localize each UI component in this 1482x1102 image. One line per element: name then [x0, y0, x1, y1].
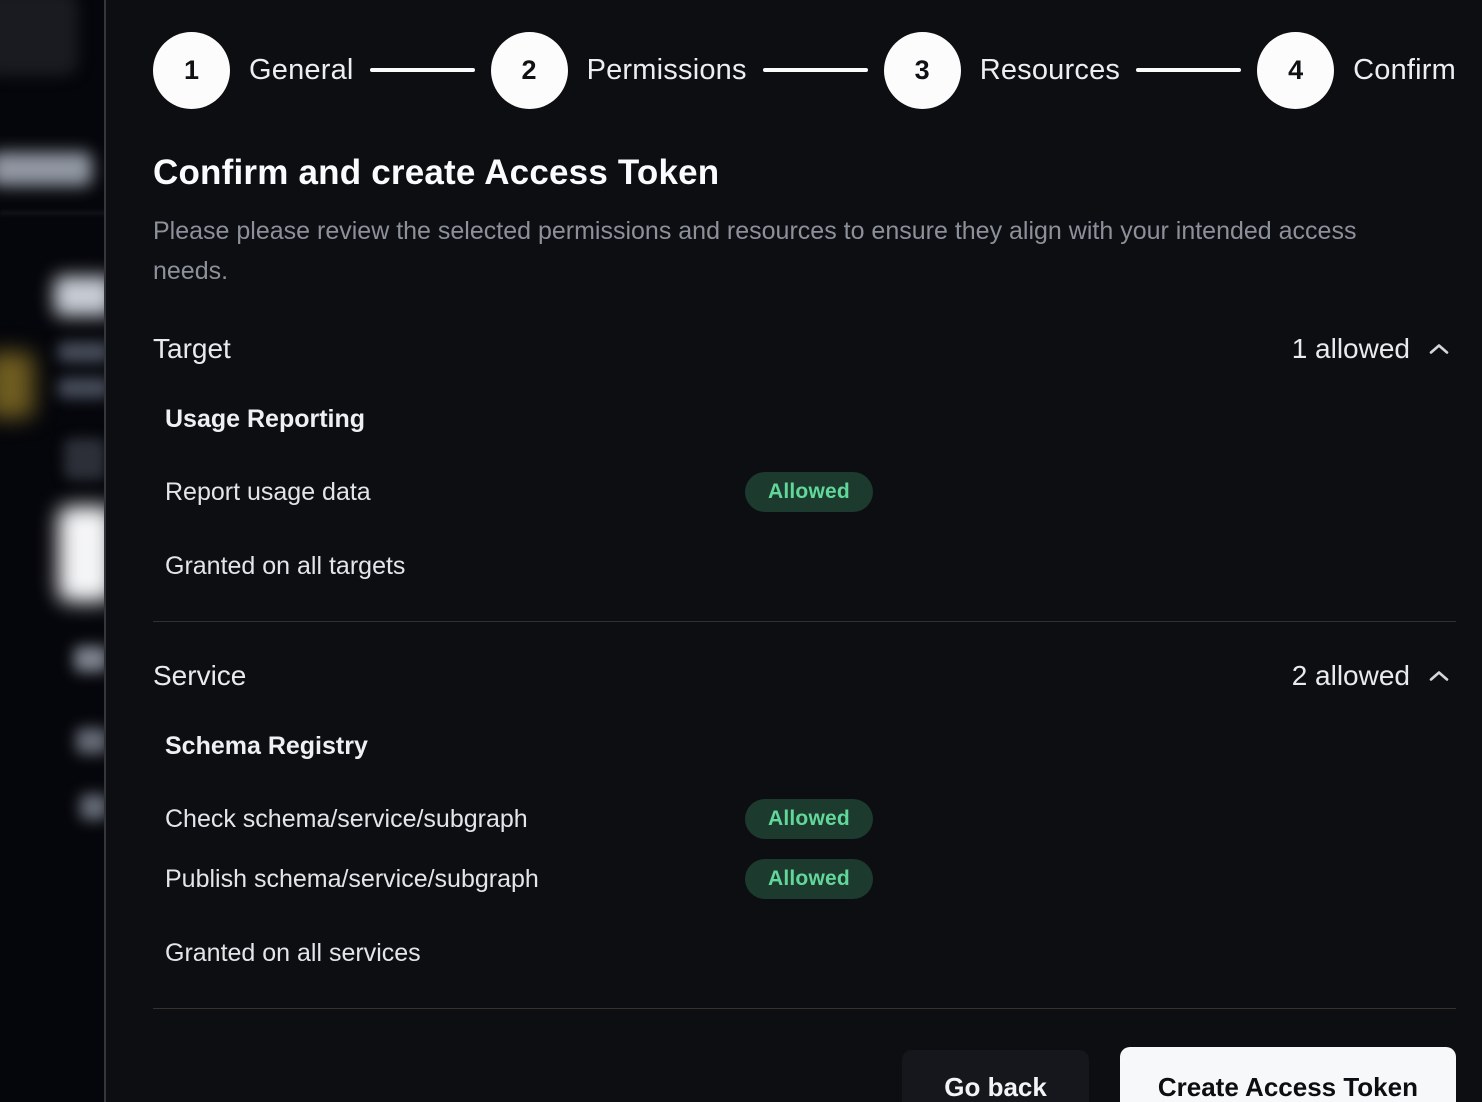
step-connector [370, 68, 475, 72]
step-label: General [249, 54, 354, 87]
section-title: Target [153, 333, 231, 365]
go-back-button[interactable]: Go back [902, 1050, 1089, 1102]
section-target: Target 1 allowed Usage Reporting Report … [153, 333, 1456, 622]
status-badge: Allowed [745, 859, 873, 899]
permission-row: Publish schema/service/subgraph Allowed [165, 855, 1456, 903]
allowed-count: 2 allowed [1292, 660, 1410, 692]
blurred-page-heading [54, 276, 106, 316]
step-number-circle: 1 [153, 32, 230, 109]
section-service: Service 2 allowed Schema Registry Check … [153, 660, 1456, 1009]
page-description: Please please review the selected permis… [153, 211, 1383, 291]
permission-label: Report usage data [165, 478, 745, 507]
section-header: Service 2 allowed [153, 660, 1456, 692]
section-footnote: Granted on all services [153, 939, 1456, 968]
step-permissions[interactable]: 2 Permissions [491, 32, 747, 109]
permission-row: Check schema/service/subgraph Allowed [165, 795, 1456, 843]
create-access-token-modal: 1 General 2 Permissions 3 Resources 4 Co… [106, 0, 1482, 1102]
blurred-nav-item [0, 152, 92, 186]
section-divider [153, 1008, 1456, 1009]
blurred-text-line [58, 342, 106, 362]
step-label: Confirm [1353, 54, 1456, 87]
chevron-up-icon [1426, 666, 1452, 686]
blurred-app-logo [0, 0, 78, 76]
permission-row: Report usage data Allowed [165, 468, 1456, 516]
step-confirm[interactable]: 4 Confirm [1257, 32, 1456, 109]
blurred-accent-shape [0, 352, 34, 418]
status-badge: Allowed [745, 799, 873, 839]
section-footnote: Granted on all targets [153, 552, 1456, 581]
permission-label: Check schema/service/subgraph [165, 805, 745, 834]
step-general[interactable]: 1 General [153, 32, 354, 109]
section-header: Target 1 allowed [153, 333, 1456, 365]
blurred-text-line [74, 646, 106, 672]
step-number-circle: 4 [1257, 32, 1334, 109]
blurred-text-line [76, 728, 106, 754]
page-title: Confirm and create Access Token [153, 153, 1456, 193]
section-divider [153, 621, 1456, 622]
section-collapse-toggle[interactable]: 2 allowed [1288, 660, 1456, 692]
blurred-divider [0, 212, 106, 214]
wizard-stepper: 1 General 2 Permissions 3 Resources 4 Co… [153, 31, 1456, 109]
background-page-blurred [0, 0, 106, 1102]
step-connector [1136, 68, 1241, 72]
create-access-token-button[interactable]: Create Access Token [1120, 1047, 1456, 1102]
blurred-text-line [58, 378, 106, 398]
step-number-circle: 2 [491, 32, 568, 109]
chevron-up-icon [1426, 339, 1452, 359]
permission-group: Schema Registry Check schema/service/sub… [153, 732, 1456, 903]
step-label: Permissions [587, 54, 747, 87]
group-heading: Usage Reporting [165, 405, 1456, 434]
allowed-count: 1 allowed [1292, 333, 1410, 365]
step-label: Resources [980, 54, 1120, 87]
blurred-text-line [80, 794, 106, 820]
step-resources[interactable]: 3 Resources [884, 32, 1120, 109]
blurred-icon [64, 438, 106, 480]
permission-group: Usage Reporting Report usage data Allowe… [153, 405, 1456, 516]
modal-footer: Go back Create Access Token [153, 1047, 1456, 1102]
step-number-circle: 3 [884, 32, 961, 109]
group-heading: Schema Registry [165, 732, 1456, 761]
blurred-white-card [58, 506, 106, 602]
status-badge: Allowed [745, 472, 873, 512]
section-title: Service [153, 660, 246, 692]
section-collapse-toggle[interactable]: 1 allowed [1288, 333, 1456, 365]
step-connector [763, 68, 868, 72]
modal-left-border [104, 0, 106, 1102]
permission-label: Publish schema/service/subgraph [165, 865, 745, 894]
